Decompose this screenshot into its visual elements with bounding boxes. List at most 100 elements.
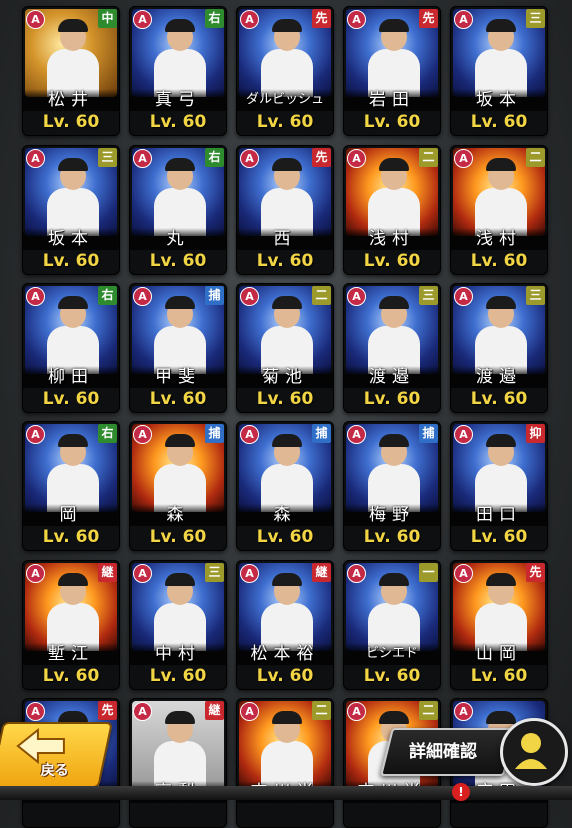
player-card[interactable]: A 捕甲斐 Lv. 60	[129, 283, 227, 413]
player-figure	[47, 432, 99, 512]
player-figure	[261, 571, 313, 651]
back-button[interactable]: 戻る	[0, 722, 114, 788]
player-card[interactable]: A 右岡 Lv. 60	[22, 421, 120, 551]
player-card[interactable]: A 右柳田 Lv. 60	[22, 283, 120, 413]
player-level: Lv. 60	[256, 112, 314, 132]
player-name: 浅村	[344, 228, 440, 250]
person-icon	[515, 733, 547, 769]
player-card[interactable]: A 三渡邉 Lv. 60	[343, 283, 441, 413]
rarity-badge: A	[26, 287, 45, 306]
player-name: 森	[130, 504, 226, 526]
player-card[interactable]: A 先ダルビッシュ Lv. 60	[236, 6, 334, 136]
player-figure	[475, 156, 527, 236]
player-level: Lv. 60	[149, 527, 207, 547]
player-card[interactable]: A 一ビシエド Lv. 60	[343, 560, 441, 690]
player-card[interactable]: A 中松井 Lv. 60	[22, 6, 120, 136]
rarity-badge: A	[240, 149, 259, 168]
position-badge: 先	[98, 701, 117, 720]
player-level	[23, 803, 119, 825]
player-level	[237, 803, 333, 825]
player-card[interactable]: A 先西 Lv. 60	[236, 145, 334, 275]
player-card[interactable]: A 右丸 Lv. 60	[129, 145, 227, 275]
player-figure	[47, 571, 99, 651]
player-card[interactable]: A 三坂本 Lv. 60	[450, 6, 548, 136]
rarity-badge: A	[133, 425, 152, 444]
rarity-badge: A	[240, 425, 259, 444]
player-card[interactable]: A 先岩田 Lv. 60	[343, 6, 441, 136]
player-level	[344, 803, 440, 825]
position-badge: 先	[312, 9, 331, 28]
player-card[interactable]: A 捕森 Lv. 60	[236, 421, 334, 551]
player-name: 坂本	[451, 89, 547, 111]
position-badge: 中	[98, 9, 117, 28]
player-card[interactable]: A 三中村 Lv. 60	[129, 560, 227, 690]
rarity-badge: A	[240, 10, 259, 29]
position-badge: 二	[312, 286, 331, 305]
player-name: 中村	[130, 643, 226, 665]
position-badge: 捕	[205, 424, 224, 443]
player-level: Lv. 60	[256, 251, 314, 271]
player-name: 浅村	[451, 228, 547, 250]
player-card[interactable]: A 二菊池 Lv. 60	[236, 283, 334, 413]
player-level: Lv. 60	[149, 251, 207, 271]
player-name: 山岡	[451, 643, 547, 665]
player-card[interactable]: A 先山岡 Lv. 60	[450, 560, 548, 690]
player-level: Lv. 60	[256, 666, 314, 686]
player-level: Lv. 60	[470, 666, 528, 686]
player-name: 菊池	[237, 366, 333, 388]
player-figure	[368, 571, 420, 651]
player-card[interactable]: A 捕梅野 Lv. 60	[343, 421, 441, 551]
back-arrow-icon	[16, 728, 65, 764]
player-detail-icon[interactable]	[500, 718, 568, 786]
player-card[interactable]: A 三坂本 Lv. 60	[22, 145, 120, 275]
player-card[interactable]: A 抑田口 Lv. 60	[450, 421, 548, 551]
player-name: 渡邉	[451, 366, 547, 388]
player-figure	[47, 156, 99, 236]
player-figure	[475, 294, 527, 374]
player-card[interactable]: A 捕森 Lv. 60	[129, 421, 227, 551]
player-figure	[368, 294, 420, 374]
player-card[interactable]: A 右真弓 Lv. 60	[129, 6, 227, 136]
rarity-badge: A	[347, 425, 366, 444]
player-name: 坂本	[23, 228, 119, 250]
position-badge: 三	[205, 563, 224, 582]
player-name: 岡	[23, 504, 119, 526]
detail-check-label: 詳細確認	[409, 742, 477, 762]
position-badge: 右	[98, 286, 117, 305]
player-level: Lv. 60	[363, 527, 421, 547]
player-figure	[475, 17, 527, 97]
player-figure	[475, 571, 527, 651]
player-name: 甲斐	[130, 366, 226, 388]
player-card[interactable]: A 三渡邉 Lv. 60	[450, 283, 548, 413]
card-grid: A 中松井 Lv. 60 A 右真弓 Lv. 60 A 先ダルビッシュ Lv. 60 A 先岩田 Lv…	[0, 0, 572, 828]
player-card[interactable]: A 二浅村 Lv. 60	[450, 145, 548, 275]
rarity-badge: A	[26, 702, 45, 721]
player-name: 森	[237, 504, 333, 526]
player-level: Lv. 60	[470, 251, 528, 271]
back-button-label: 戻る	[40, 763, 69, 779]
player-figure	[154, 156, 206, 236]
player-card[interactable]: A継高梨	[129, 698, 227, 828]
rarity-badge: A	[347, 149, 366, 168]
player-level	[451, 803, 547, 825]
position-badge: 継	[205, 701, 224, 720]
detail-check-button[interactable]: 詳細確認	[380, 728, 516, 776]
position-badge: 抑	[526, 424, 545, 443]
position-badge: 継	[312, 563, 331, 582]
player-figure	[261, 709, 313, 789]
player-card[interactable]: A 継松本裕 Lv. 60	[236, 560, 334, 690]
player-name: 塹江	[23, 643, 119, 665]
position-badge: 二	[419, 701, 438, 720]
position-badge: 先	[419, 9, 438, 28]
rarity-badge: A	[133, 10, 152, 29]
rarity-badge: A	[26, 10, 45, 29]
player-card[interactable]: A二吉川尚	[236, 698, 334, 828]
rarity-badge: A	[26, 149, 45, 168]
player-card[interactable]: A 二浅村 Lv. 60	[343, 145, 441, 275]
player-figure	[261, 294, 313, 374]
player-figure	[154, 709, 206, 789]
position-badge: 二	[419, 148, 438, 167]
player-card[interactable]: A 継塹江 Lv. 60	[22, 560, 120, 690]
player-name: 田口	[451, 504, 547, 526]
rarity-badge: A	[240, 702, 259, 721]
